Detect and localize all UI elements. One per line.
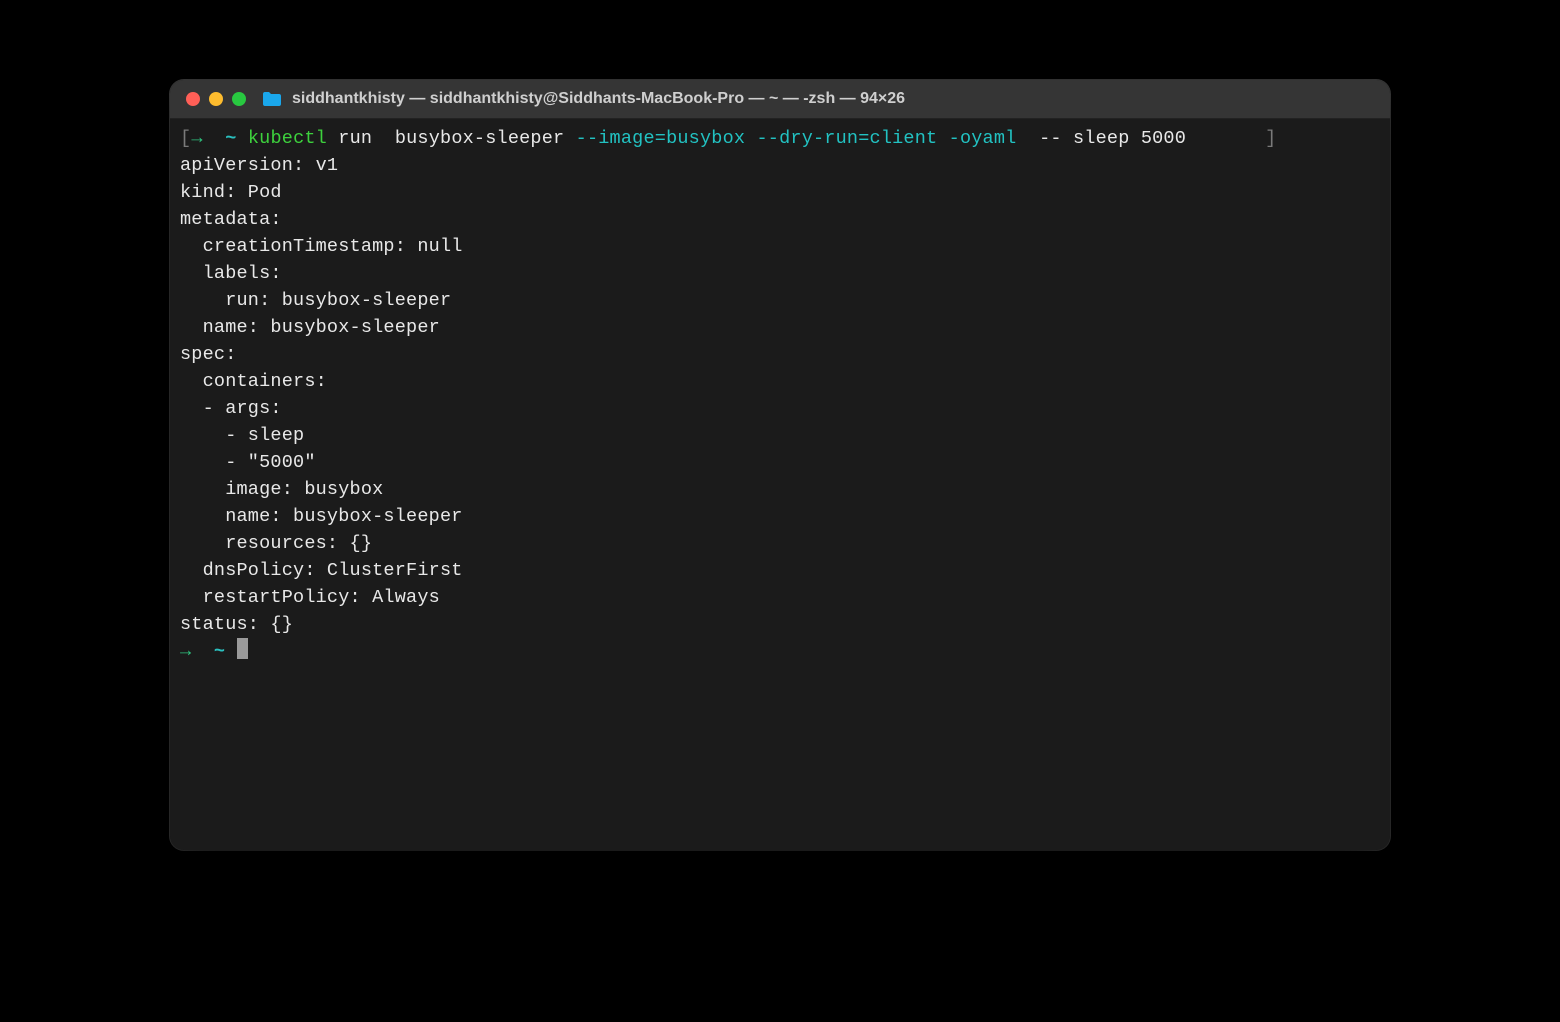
titlebar: siddhantkhisty — siddhantkhisty@Siddhant… bbox=[170, 80, 1390, 119]
cursor-icon bbox=[237, 638, 248, 659]
output-line: creationTimestamp: null bbox=[180, 233, 1380, 260]
flag-dry-run: --dry-run=client bbox=[757, 128, 938, 149]
flag-image: --image=busybox bbox=[576, 128, 746, 149]
prompt-line: → ~ bbox=[180, 638, 1380, 665]
cmd-pod-name: busybox-sleeper bbox=[395, 128, 565, 149]
output-line: containers: bbox=[180, 368, 1380, 395]
output-line: apiVersion: v1 bbox=[180, 152, 1380, 179]
window-title: siddhantkhisty — siddhantkhisty@Siddhant… bbox=[292, 90, 905, 108]
output-line: name: busybox-sleeper bbox=[180, 503, 1380, 530]
close-icon[interactable] bbox=[186, 92, 200, 106]
output-line: labels: bbox=[180, 260, 1380, 287]
maximize-icon[interactable] bbox=[232, 92, 246, 106]
output-line: kind: Pod bbox=[180, 179, 1380, 206]
output-line: - "5000" bbox=[180, 449, 1380, 476]
output-line: dnsPolicy: ClusterFirst bbox=[180, 557, 1380, 584]
prompt-tilde: ~ bbox=[214, 641, 225, 662]
bracket-close: ] bbox=[1265, 128, 1276, 149]
output-line: - args: bbox=[180, 395, 1380, 422]
prompt-arrow-icon: → bbox=[191, 128, 202, 149]
output-line: restartPolicy: Always bbox=[180, 584, 1380, 611]
minimize-icon[interactable] bbox=[209, 92, 223, 106]
flag-oyaml: -oyaml bbox=[949, 128, 1017, 149]
output-line: - sleep bbox=[180, 422, 1380, 449]
output-line: spec: bbox=[180, 341, 1380, 368]
folder-icon bbox=[262, 91, 282, 107]
output-line: metadata: bbox=[180, 206, 1380, 233]
command-line: [→ ~ kubectl run busybox-sleeper --image… bbox=[180, 125, 1380, 152]
cmd-separator: -- bbox=[1039, 128, 1062, 149]
cmd-5000: 5000 bbox=[1141, 128, 1186, 149]
prompt-arrow-icon: → bbox=[180, 641, 191, 662]
output-line: name: busybox-sleeper bbox=[180, 314, 1380, 341]
bracket-open: [ bbox=[180, 128, 191, 149]
output-line: status: {} bbox=[180, 611, 1380, 638]
terminal-window: siddhantkhisty — siddhantkhisty@Siddhant… bbox=[170, 80, 1390, 850]
prompt-tilde: ~ bbox=[225, 128, 236, 149]
cmd-run: run bbox=[338, 128, 372, 149]
output-line: image: busybox bbox=[180, 476, 1380, 503]
output-line: resources: {} bbox=[180, 530, 1380, 557]
output-line: run: busybox-sleeper bbox=[180, 287, 1380, 314]
terminal-body[interactable]: [→ ~ kubectl run busybox-sleeper --image… bbox=[170, 119, 1390, 850]
cmd-kubectl: kubectl bbox=[248, 128, 327, 149]
cmd-sleep: sleep bbox=[1073, 128, 1130, 149]
window-controls bbox=[186, 92, 246, 106]
